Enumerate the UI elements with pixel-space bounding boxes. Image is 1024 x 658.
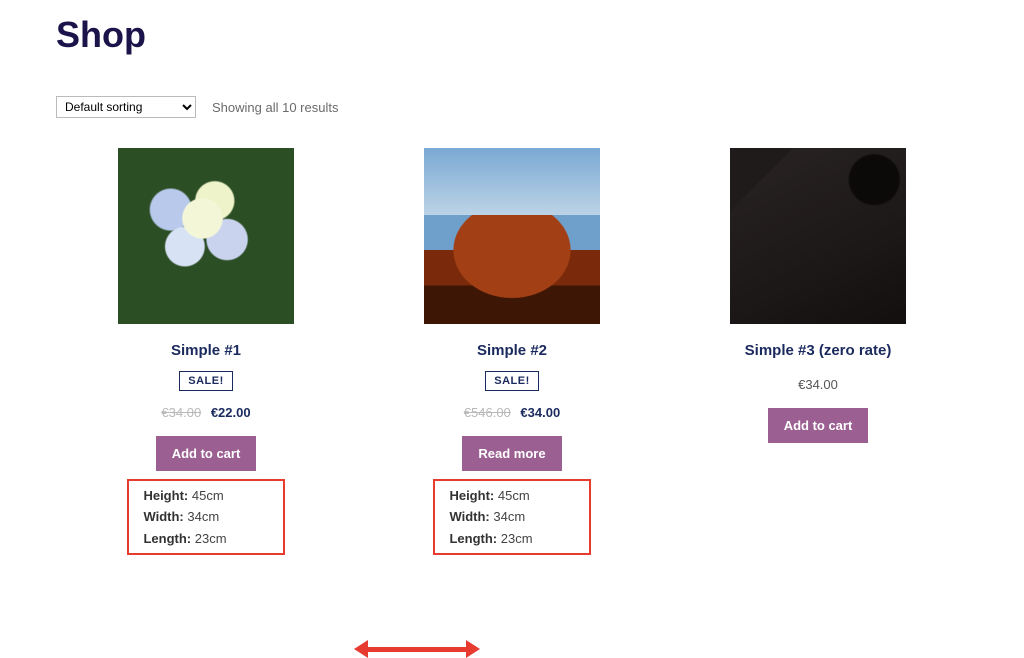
product-card: Simple #1 SALE! €34.00 €22.00 Add to car… [56,148,356,555]
product-title[interactable]: Simple #2 [477,342,547,359]
annotation-arrow [354,640,480,658]
read-more-button[interactable]: Read more [462,436,561,471]
arrow-right-head-icon [466,640,480,658]
product-link[interactable] [424,148,600,324]
price-current: €34.00 [520,405,560,420]
product-link[interactable] [730,148,906,324]
dim-value: 45cm [498,488,530,503]
add-to-cart-button[interactable]: Add to cart [156,436,257,471]
product-price: €546.00 €34.00 [464,405,560,420]
arrow-shaft [364,647,470,652]
result-count: Showing all 10 results [212,100,338,115]
dim-label: Width: [143,509,183,524]
product-title[interactable]: Simple #1 [171,342,241,359]
product-card: Simple #2 SALE! €546.00 €34.00 Read more… [362,148,662,555]
dim-label: Width: [449,509,489,524]
product-grid: Simple #1 SALE! €34.00 €22.00 Add to car… [56,148,968,555]
product-image [424,148,600,324]
product-price: €34.00 €22.00 [161,405,250,420]
price-current: €22.00 [211,405,251,420]
dim-label: Height: [143,488,188,503]
sale-badge: SALE! [179,371,233,391]
sort-select[interactable]: Default sorting [56,96,196,118]
price-old: €34.00 [161,405,201,420]
product-link[interactable] [118,148,294,324]
product-image [118,148,294,324]
shop-toolbar: Default sorting Showing all 10 results [56,96,968,118]
arrow-left-head-icon [354,640,368,658]
dim-value: 34cm [493,509,525,524]
dim-value: 45cm [192,488,224,503]
dim-value: 34cm [187,509,219,524]
page-title: Shop [56,14,968,56]
price-old: €546.00 [464,405,511,420]
dim-label: Height: [449,488,494,503]
sale-badge: SALE! [485,371,539,391]
product-card: Simple #3 (zero rate) €34.00 Add to cart [668,148,968,555]
product-image [730,148,906,324]
